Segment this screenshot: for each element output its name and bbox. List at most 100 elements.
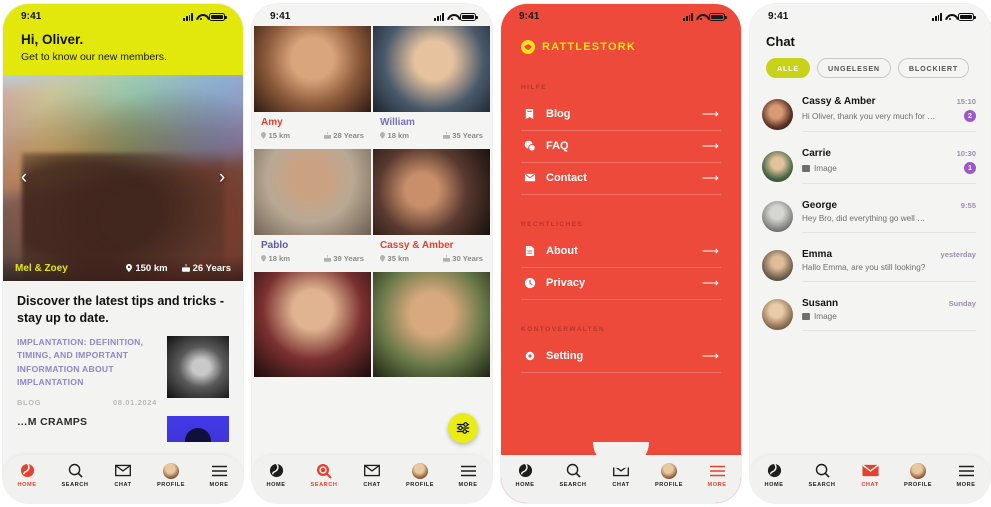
nav-label-more: MORE: [209, 482, 229, 488]
menu-item-contact[interactable]: Contact ⟶: [521, 163, 721, 195]
chat-list-item[interactable]: Susann Sunday Image: [750, 290, 990, 339]
filter-button[interactable]: [448, 413, 478, 443]
carousel-prev-icon[interactable]: ‹: [11, 165, 37, 191]
blog-headline: IMPLANTATION: DEFINITION, TIMING, AND IM…: [17, 337, 144, 387]
unread-badge: 1: [964, 162, 976, 174]
nav-item-home[interactable]: HOME: [3, 462, 51, 488]
wifi-icon: [196, 13, 206, 21]
member-distance: 18 km: [380, 131, 409, 140]
nav-label-chat: CHAT: [612, 482, 630, 488]
hero-member-name: Mel & Zoey: [15, 262, 68, 274]
envelope-icon: [364, 462, 380, 479]
chat-name: Cassy & Amber: [802, 96, 876, 107]
member-card[interactable]: Pablo 18 km 39 Years: [254, 149, 371, 270]
nav-item-search[interactable]: SEARCH: [300, 462, 348, 488]
blog-card[interactable]: IMPLANTATION: DEFINITION, TIMING, AND IM…: [17, 336, 229, 407]
hero-distance: 150 km: [126, 263, 168, 274]
hero-carousel[interactable]: ‹ › Mel & Zoey 150 km 26 Years: [3, 75, 243, 281]
chat-list-item[interactable]: George 9:55 Hey Bro, did everything go w…: [750, 192, 990, 241]
menu-label-faq: FAQ: [546, 140, 569, 152]
arrow-right-icon: ⟶: [701, 171, 719, 185]
battery-icon: [209, 12, 227, 21]
nav-item-profile[interactable]: PROFILE: [147, 462, 195, 488]
nav-item-more[interactable]: MORE: [693, 462, 741, 488]
filter-pill-blockiert[interactable]: BLOCKIERT: [897, 58, 970, 78]
stork-logo-icon: [521, 40, 535, 54]
battery-icon: [460, 12, 478, 21]
member-info: William 18 km 35 Years: [373, 112, 490, 147]
chat-list-item[interactable]: Carrie 10:30 Image 1: [750, 140, 990, 192]
menu-label-privacy: Privacy: [546, 277, 586, 289]
nav-item-home[interactable]: HOME: [501, 462, 549, 488]
member-age: 28 Years: [323, 131, 364, 140]
member-card[interactable]: William 18 km 35 Years: [373, 26, 490, 147]
nav-item-home[interactable]: HOME: [252, 462, 300, 488]
chat-content: Carrie 10:30 Image 1: [802, 148, 976, 184]
nav-item-chat[interactable]: CHAT: [846, 462, 894, 488]
next-blog-headline: …M CRAMPS: [17, 416, 88, 429]
menu-label-about: About: [546, 245, 578, 257]
menu-section-title: KONTOVERWALTEN: [521, 326, 606, 333]
member-stats: 18 km 39 Years: [261, 254, 364, 263]
chat-list-item[interactable]: Emma yesterday Hallo Emma, are you still…: [750, 241, 990, 290]
avatar: [762, 201, 793, 232]
chat-time: yesterday: [940, 250, 976, 259]
nav-item-profile[interactable]: PROFILE: [396, 462, 444, 488]
nav-item-home[interactable]: HOME: [750, 462, 798, 488]
nav-item-profile[interactable]: PROFILE: [645, 462, 693, 488]
menu-section-title: RECHTLICHES: [521, 221, 584, 228]
image-icon: [802, 164, 810, 172]
envelope-icon: [861, 462, 879, 479]
nav-item-search[interactable]: SEARCH: [51, 462, 99, 488]
filter-sliders-icon: [456, 422, 470, 434]
chat-time: 15:10: [956, 97, 976, 106]
member-card[interactable]: Amy 15 km 28 Years: [254, 26, 371, 147]
member-stats: 18 km 35 Years: [380, 131, 483, 140]
nav-item-chat[interactable]: CHAT: [99, 462, 147, 488]
member-info: Cassy & Amber 35 km 30 Years: [373, 235, 490, 270]
blog-text: IMPLANTATION: DEFINITION, TIMING, AND IM…: [17, 336, 157, 407]
nav-item-more[interactable]: MORE: [942, 462, 990, 488]
nav-item-more[interactable]: MORE: [444, 462, 492, 488]
avatar-icon: [661, 462, 677, 479]
globe-icon: [767, 462, 782, 479]
greeting-text: Hi, Oliver.: [21, 32, 84, 47]
nav-item-search[interactable]: SEARCH: [798, 462, 846, 488]
next-blog-card[interactable]: …M CRAMPS: [17, 416, 229, 443]
chat-list-item[interactable]: Cassy & Amber 15:10 Hi Oliver, thank you…: [750, 88, 990, 140]
carousel-next-icon[interactable]: ›: [209, 165, 235, 191]
bottom-nav: HOME SEARCH CHAT PROFILE MORE: [501, 442, 741, 503]
member-card[interactable]: [373, 272, 490, 377]
contact-icon: [523, 172, 536, 184]
pin-icon: [261, 132, 266, 139]
nav-item-search[interactable]: SEARCH: [549, 462, 597, 488]
member-name: Amy: [261, 117, 283, 128]
gear-icon: [523, 350, 536, 362]
menu-item-about[interactable]: About ⟶: [521, 236, 721, 268]
menu-item-faq[interactable]: FAQ ⟶: [521, 131, 721, 163]
member-card[interactable]: Cassy & Amber 35 km 30 Years: [373, 149, 490, 270]
menu-item-blog[interactable]: Blog ⟶: [521, 99, 721, 131]
nav-item-chat[interactable]: CHAT: [348, 462, 396, 488]
chat-preview: Image: [802, 164, 837, 173]
member-name: William: [380, 117, 415, 128]
filter-pill-ungelesen[interactable]: UNGELESEN: [816, 58, 891, 78]
nav-item-profile[interactable]: PROFILE: [894, 462, 942, 488]
chat-bottom-row: Hallo Emma, are you still looking?: [802, 263, 976, 272]
hamburger-icon: [709, 462, 725, 479]
chat-content: Emma yesterday Hallo Emma, are you still…: [802, 249, 976, 282]
menu-item-privacy[interactable]: Privacy ⟶: [521, 268, 721, 300]
brand-logo: RATTLESTORK: [501, 26, 741, 54]
status-time: 9:41: [768, 11, 789, 22]
member-age: 35 Years: [442, 131, 483, 140]
nav-item-more[interactable]: MORE: [195, 462, 243, 488]
menu-label-blog: Blog: [546, 108, 571, 120]
image-icon: [802, 313, 810, 320]
filter-pill-alle[interactable]: ALLE: [766, 58, 810, 78]
menu-item-setting[interactable]: Setting ⟶: [521, 341, 721, 373]
nav-label-home: HOME: [266, 482, 286, 488]
avatar: [762, 299, 793, 330]
member-card[interactable]: [254, 272, 371, 377]
nav-label-profile: PROFILE: [903, 482, 933, 488]
status-bar: 9:41: [21, 4, 227, 26]
